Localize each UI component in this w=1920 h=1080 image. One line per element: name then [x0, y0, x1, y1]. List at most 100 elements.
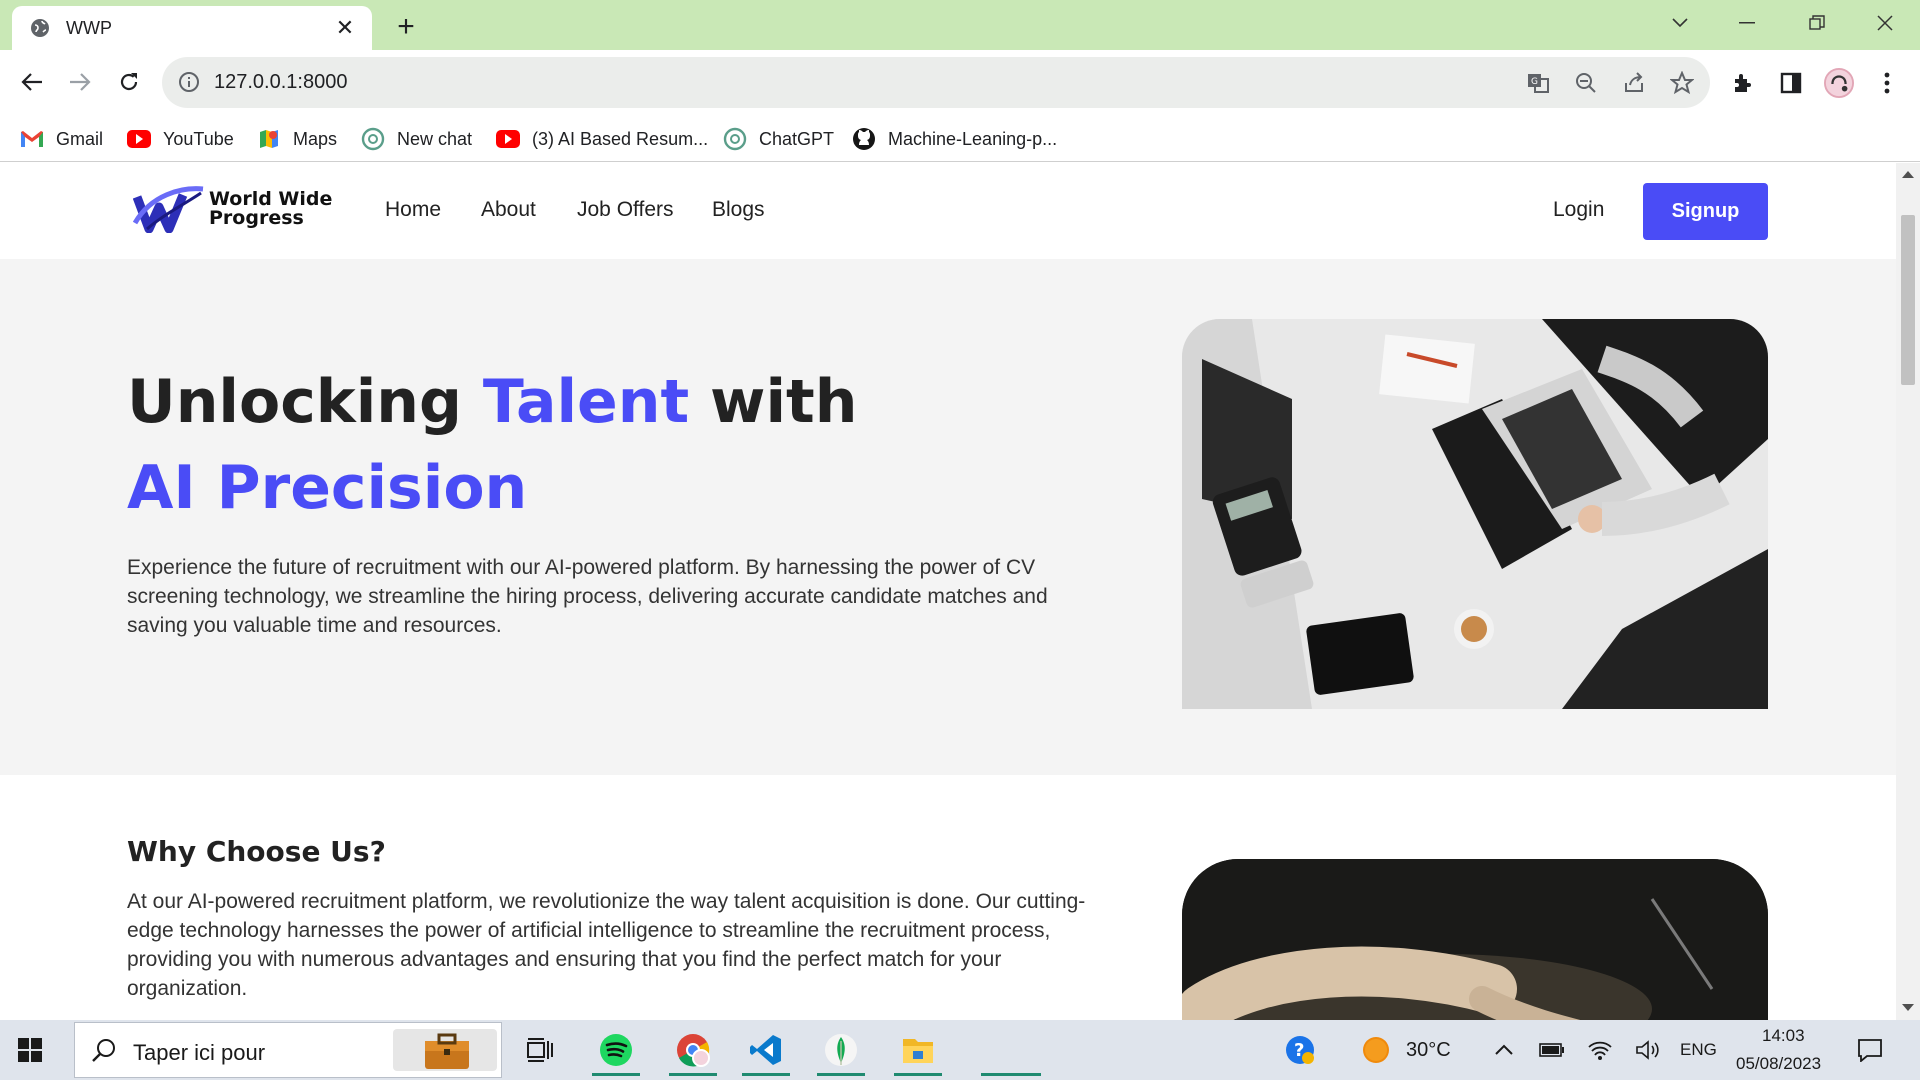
page-viewport: World Wide Progress Home About Job Offer…	[0, 163, 1896, 1020]
side-panel-icon[interactable]	[1776, 68, 1806, 98]
hero-title-accent-ai: AI Precision	[127, 453, 528, 523]
bookmark-star-icon[interactable]	[1668, 69, 1696, 97]
scroll-up-arrow-icon[interactable]	[1902, 171, 1914, 178]
hero-title-part-3: with	[689, 367, 858, 437]
logo-mark-icon	[133, 186, 204, 233]
nav-about[interactable]: About	[481, 198, 536, 222]
browser-tabstrip: WWP ✕ +	[0, 0, 1920, 50]
mongodb-compass-icon[interactable]	[813, 1024, 869, 1076]
vscode-icon[interactable]	[738, 1024, 794, 1076]
help-tips-icon[interactable]: ?	[1272, 1024, 1328, 1076]
hero-section: Unlocking Talent with AI Precision Exper…	[0, 259, 1896, 775]
nav-home[interactable]: Home	[385, 198, 441, 222]
maps-icon	[257, 127, 281, 151]
back-icon[interactable]	[14, 64, 50, 100]
bookmark-label: Gmail	[56, 128, 104, 149]
weather-temperature[interactable]: 30°C	[1406, 1039, 1451, 1062]
forward-icon[interactable]	[62, 64, 98, 100]
site-header: World Wide Progress Home About Job Offer…	[0, 163, 1896, 259]
bookmark-gmail[interactable]: Gmail	[20, 124, 103, 154]
windows-start-icon[interactable]	[18, 1038, 42, 1062]
youtube-icon	[496, 127, 520, 151]
chatgpt-icon	[723, 127, 747, 151]
svg-text:G: G	[1531, 77, 1538, 87]
hero-office-image	[1182, 319, 1768, 709]
tab-close-icon[interactable]: ✕	[332, 15, 358, 41]
running-indicator	[981, 1073, 1041, 1076]
bookmark-label: ChatGPT	[759, 128, 835, 149]
weather-icon[interactable]	[1348, 1024, 1404, 1076]
hero-title-part-1: Unlocking	[127, 367, 483, 437]
taskbar-search[interactable]: Taper ici pour	[74, 1022, 502, 1078]
hero-title-accent-talent: Talent	[482, 367, 690, 437]
bookmark-label: Machine-Leaning-p...	[888, 128, 1058, 149]
spotify-icon[interactable]	[588, 1024, 644, 1076]
why-choose-image	[1182, 859, 1768, 1020]
bookmark-github[interactable]: Machine-Leaning-p...	[852, 124, 1057, 154]
address-bar[interactable]: 127.0.0.1:8000 G	[162, 57, 1710, 108]
search-highlight-briefcase	[393, 1029, 497, 1071]
url-text[interactable]: 127.0.0.1:8000	[214, 71, 347, 94]
signup-button[interactable]: Signup	[1643, 183, 1768, 240]
globe-icon	[30, 18, 50, 38]
github-icon	[852, 127, 876, 151]
bookmark-label: Maps	[293, 128, 338, 149]
reload-icon[interactable]	[111, 64, 147, 100]
why-choose-description: At our AI-powered recruitment platform, …	[127, 890, 1086, 1000]
volume-icon[interactable]	[1620, 1024, 1676, 1076]
share-icon[interactable]	[1620, 69, 1648, 97]
close-window-icon[interactable]	[1865, 8, 1905, 38]
bookmark-ai-resume[interactable]: (3) AI Based Resum...	[496, 124, 708, 154]
brand-line-2: Progress	[209, 207, 304, 229]
browser-tab[interactable]: WWP ✕	[12, 6, 372, 50]
pinned-app-slot[interactable]	[981, 1024, 1041, 1076]
site-logo[interactable]: World Wide Progress	[133, 185, 332, 233]
bookmark-maps[interactable]: Maps	[257, 124, 337, 154]
brand-name: World Wide Progress	[209, 190, 332, 228]
tab-search-icon[interactable]	[1660, 8, 1700, 38]
chrome-icon[interactable]	[665, 1024, 721, 1076]
task-view-icon[interactable]	[512, 1024, 568, 1076]
nav-job-offers[interactable]: Job Offers	[577, 198, 674, 222]
bookmarks-bar: Gmail YouTube Maps New chat (3) AI Based…	[0, 116, 1920, 162]
bookmark-label: (3) AI Based Resum...	[532, 128, 709, 149]
why-choose-title: Why Choose Us?	[127, 835, 386, 868]
restore-icon[interactable]	[1797, 8, 1837, 38]
zoom-out-icon[interactable]	[1572, 69, 1600, 97]
notifications-icon[interactable]	[1842, 1024, 1898, 1076]
menu-kebab-icon[interactable]	[1872, 68, 1902, 98]
bookmark-youtube[interactable]: YouTube	[127, 124, 234, 154]
new-tab-button[interactable]: +	[390, 12, 422, 44]
search-placeholder: Taper ici pour	[133, 1040, 266, 1065]
extensions-icon[interactable]	[1728, 68, 1758, 98]
bookmark-label: YouTube	[163, 128, 234, 149]
nav-blogs[interactable]: Blogs	[712, 198, 765, 222]
page-scrollbar[interactable]	[1896, 163, 1920, 1020]
minimize-icon[interactable]	[1727, 8, 1767, 38]
running-indicator	[669, 1073, 717, 1076]
translate-icon[interactable]: G	[1524, 69, 1552, 97]
language-indicator[interactable]: ENG	[1680, 1040, 1717, 1060]
clock-date[interactable]: 05/08/2023	[1736, 1054, 1821, 1074]
scroll-down-arrow-icon[interactable]	[1902, 1004, 1914, 1011]
tab-title: WWP	[66, 17, 112, 38]
running-indicator	[742, 1073, 790, 1076]
bookmark-label: New chat	[397, 128, 473, 149]
running-indicator	[894, 1073, 942, 1076]
search-icon	[91, 1037, 117, 1068]
scrollbar-thumb[interactable]	[1901, 215, 1915, 385]
profile-avatar[interactable]	[1824, 68, 1854, 98]
bookmark-new-chat[interactable]: New chat	[361, 124, 472, 154]
bookmark-chatgpt[interactable]: ChatGPT	[723, 124, 834, 154]
gmail-icon	[20, 127, 44, 151]
hero-description: Experience the future of recruitment wit…	[127, 556, 1048, 637]
chatgpt-icon	[361, 127, 385, 151]
site-info-icon[interactable]	[178, 71, 200, 98]
running-indicator	[817, 1073, 865, 1076]
running-indicator	[592, 1073, 640, 1076]
youtube-icon	[127, 127, 151, 151]
file-explorer-icon[interactable]	[890, 1024, 946, 1076]
login-link[interactable]: Login	[1553, 198, 1604, 222]
clock-time[interactable]: 14:03	[1762, 1026, 1805, 1046]
hero-title: Unlocking Talent with AI Precision	[127, 359, 887, 531]
